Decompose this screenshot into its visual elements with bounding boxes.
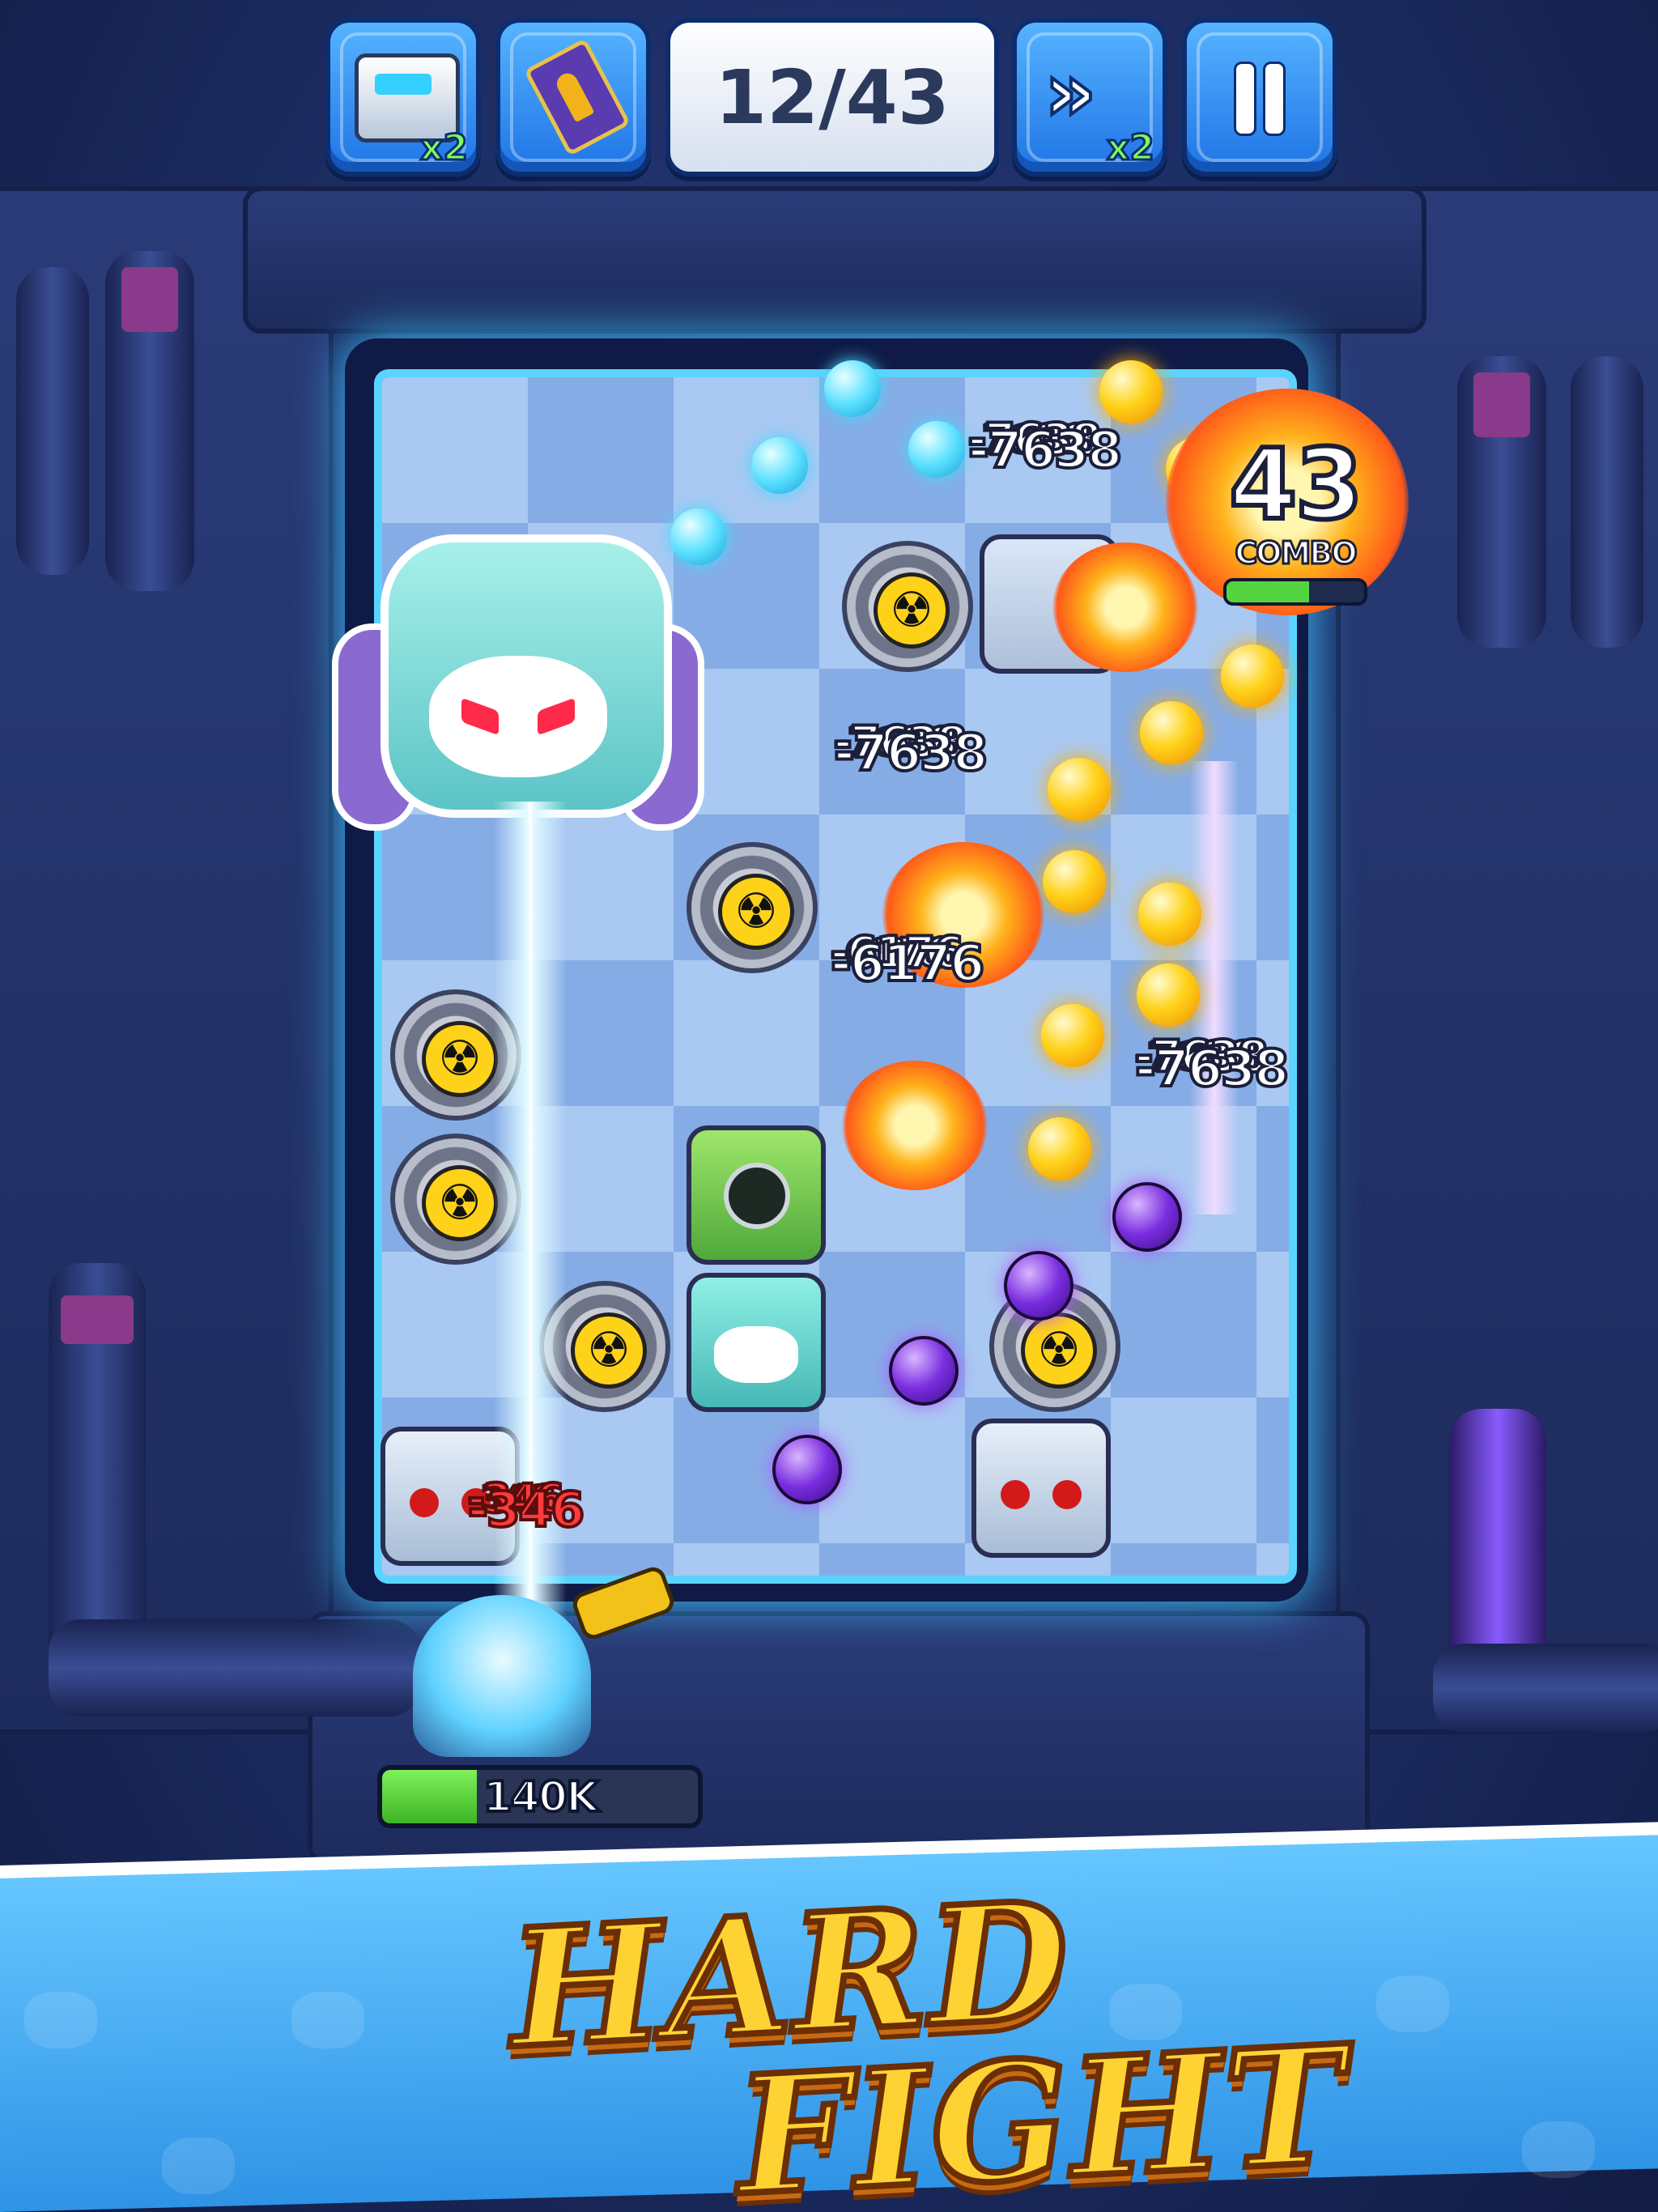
gold-ball [1140, 701, 1203, 764]
explosion-effect [1052, 542, 1198, 672]
cyan-ball [908, 421, 965, 478]
game-scene: ☢ ☢ ☢ ☢ ☢ ☢ -7638 -7638 -7638 -7638 -763… [0, 0, 1658, 2212]
boss-face [429, 656, 607, 777]
purple-ball [772, 1435, 842, 1504]
damage-number: -7638 [832, 723, 989, 782]
top-wall-panel [243, 186, 1426, 334]
chest-button[interactable]: x2 [325, 18, 481, 177]
combo-progress-bar [1223, 578, 1367, 606]
enemy-block-cat [687, 1273, 826, 1412]
eye-icon [724, 1163, 790, 1229]
lower-right-pipe-h [1433, 1644, 1658, 1733]
pause-button[interactable] [1182, 18, 1337, 177]
cyan-ball [670, 508, 727, 565]
fast-forward-icon: » [1043, 45, 1099, 139]
purple-ball [1004, 1251, 1073, 1321]
enemy-block-robot [971, 1419, 1111, 1558]
enemy-block-green-eye [687, 1125, 826, 1265]
paw-pattern-icon [24, 1992, 97, 2048]
damage-number: -346 [466, 1482, 586, 1538]
chest-multiplier: x2 [419, 126, 470, 170]
gold-ball [1099, 360, 1163, 423]
purple-ball [1112, 1182, 1182, 1252]
radiation-icon: ☢ [571, 1312, 647, 1389]
lightning-beam [494, 802, 567, 1692]
radiation-icon: ☢ [422, 1165, 498, 1241]
cat-face-icon [714, 1326, 798, 1383]
radiation-icon: ☢ [422, 1021, 498, 1097]
damage-number: -6176 [829, 934, 986, 993]
paw-pattern-icon [291, 1992, 364, 2048]
combo-progress-fill [1226, 581, 1309, 602]
lower-left-pipe-h [49, 1619, 421, 1716]
player-health-bar: 140K [377, 1765, 703, 1828]
pipe-clamp [1473, 372, 1530, 437]
gold-ball [1043, 850, 1106, 913]
pipe-clamp [61, 1295, 134, 1344]
pipe-clamp [121, 267, 178, 332]
player-health-label: 140K [482, 1772, 601, 1823]
gold-ball [1048, 758, 1111, 821]
gold-ball [1028, 1117, 1091, 1180]
player-hero [413, 1563, 678, 1757]
damage-number: -7638 [1133, 1039, 1290, 1098]
cyan-ball [824, 360, 881, 417]
radiation-mine: ☢ [687, 842, 818, 973]
gold-ball [1137, 963, 1200, 1027]
ammo-card-button[interactable] [495, 18, 651, 177]
paw-pattern-icon [162, 2138, 235, 2194]
radiation-mine: ☢ [842, 541, 973, 672]
ice-shield [413, 1595, 591, 1757]
damage-number: -7638 [967, 420, 1124, 479]
radiation-icon: ☢ [874, 572, 950, 649]
gold-ball [1138, 883, 1201, 946]
speed-multiplier: x2 [1106, 126, 1156, 170]
left-pipe-2 [16, 267, 89, 575]
cyan-ball [751, 437, 808, 494]
paw-pattern-icon [1376, 1976, 1449, 2032]
combo-display: 43 COMBO [1206, 429, 1384, 615]
paw-pattern-icon [1522, 2121, 1595, 2178]
fast-forward-button[interactable]: » x2 [1012, 18, 1167, 177]
wave-counter: 12/43 [665, 18, 999, 177]
pause-icon [1234, 62, 1286, 136]
red-eyes-icon [1001, 1480, 1082, 1512]
boss-monster [332, 526, 704, 834]
right-pipe-2 [1571, 356, 1643, 648]
radiation-icon: ☢ [1021, 1312, 1097, 1389]
combo-count: 43 [1227, 429, 1366, 542]
gold-ball [1041, 1004, 1104, 1067]
explosion-effect [842, 1061, 988, 1190]
gold-ball [1221, 644, 1284, 708]
radiation-icon: ☢ [718, 874, 794, 950]
purple-ball [889, 1336, 959, 1406]
slogan-line-2: FIGHT [729, 2006, 1354, 2212]
